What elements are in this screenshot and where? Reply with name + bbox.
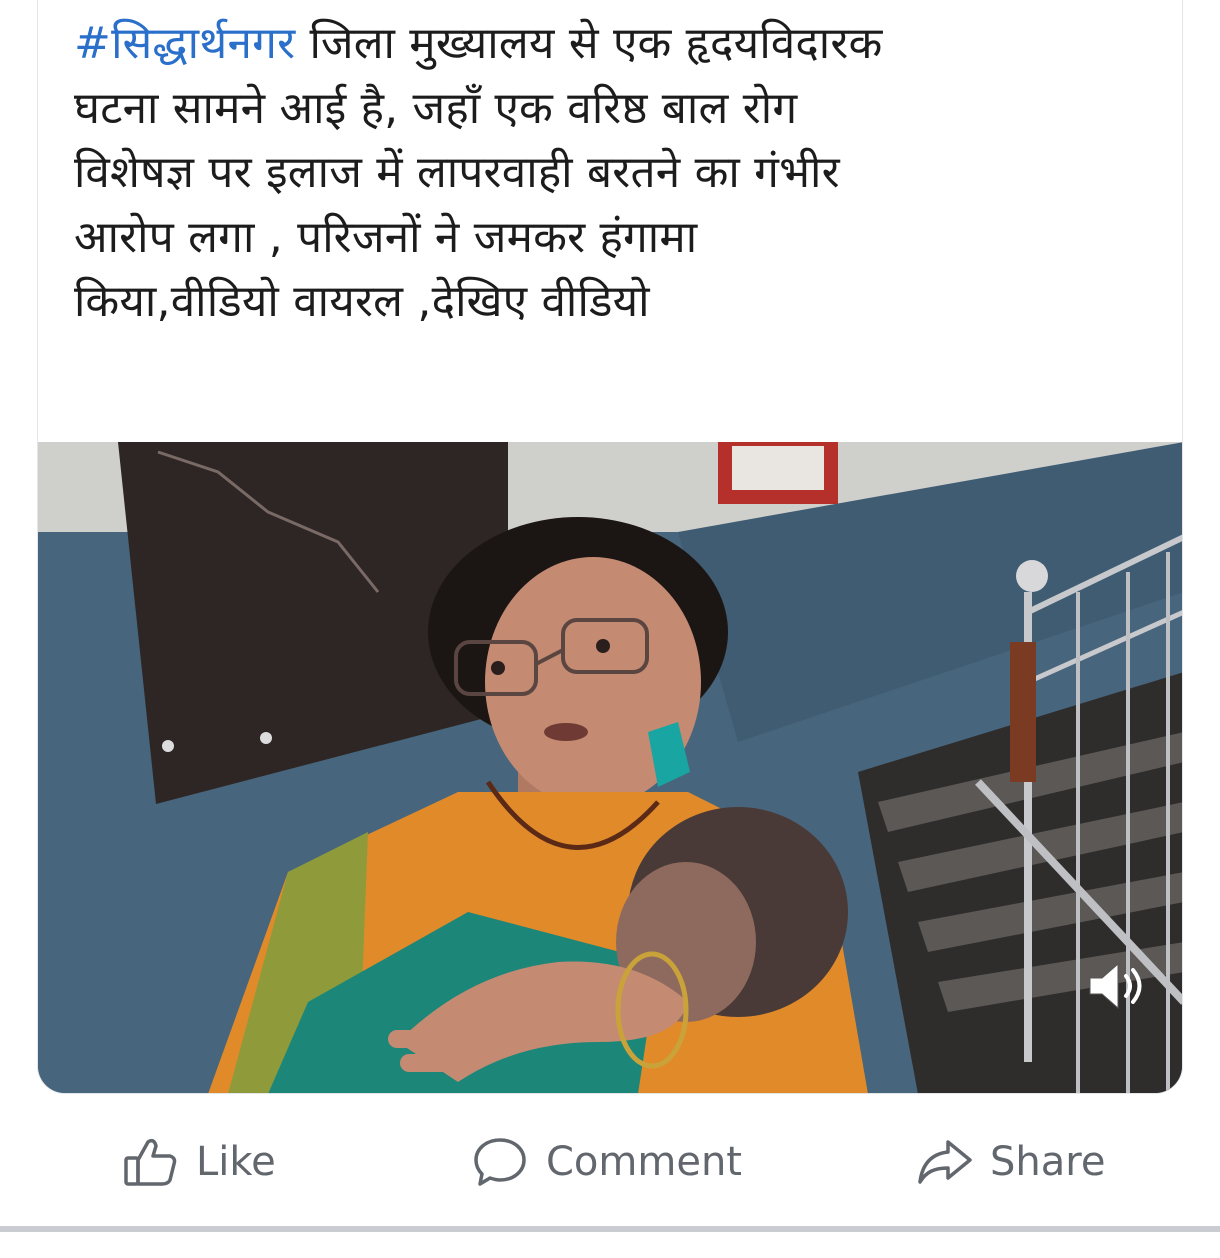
post-action-bar: Like Comment Share: [0, 1110, 1220, 1220]
post-text-line-4: आरोप लगा , परिजनों ने जमकर हंगामा: [74, 211, 698, 263]
volume-button[interactable]: [1086, 958, 1150, 1014]
feed-divider: [0, 1226, 1220, 1232]
comment-label: Comment: [546, 1139, 742, 1185]
post-text-line-3: विशेषज्ञ पर इलाज में लापरवाही बरतने का ग…: [74, 147, 840, 198]
video-player[interactable]: [38, 442, 1182, 1093]
share-arrow-icon: [914, 1132, 974, 1192]
like-button[interactable]: Like: [120, 1132, 276, 1192]
hashtag-link[interactable]: #सिद्धार्थनगर: [74, 18, 295, 69]
video-frame: [38, 442, 1182, 1093]
post-text-span: जिला मुख्यालय से एक हृदयविदारक: [295, 18, 883, 69]
like-label: Like: [196, 1139, 276, 1185]
post-card: #सिद्धार्थनगर जिला मुख्यालय से एक हृदयवि…: [37, 0, 1183, 1094]
comment-button[interactable]: Comment: [470, 1132, 742, 1192]
comment-bubble-icon: [470, 1132, 530, 1192]
post-text-line-1: #सिद्धार्थनगर जिला मुख्यालय से एक हृदयवि…: [74, 12, 1154, 77]
volume-icon: [1089, 962, 1142, 1010]
post-text-line-2: घटना सामने आई है, जहाँ एक वरिष्ठ बाल रोग: [74, 82, 798, 134]
share-button[interactable]: Share: [914, 1132, 1105, 1192]
page: #सिद्धार्थनगर जिला मुख्यालय से एक हृदयवि…: [0, 0, 1220, 1258]
thumbs-up-icon: [120, 1132, 180, 1192]
share-label: Share: [990, 1139, 1106, 1185]
post-text-line-5: किया,वीडियो वायरल ,देखिए वीडियो: [74, 276, 650, 327]
post-text: #सिद्धार्थनगर जिला मुख्यालय से एक हृदयवि…: [74, 12, 1154, 335]
